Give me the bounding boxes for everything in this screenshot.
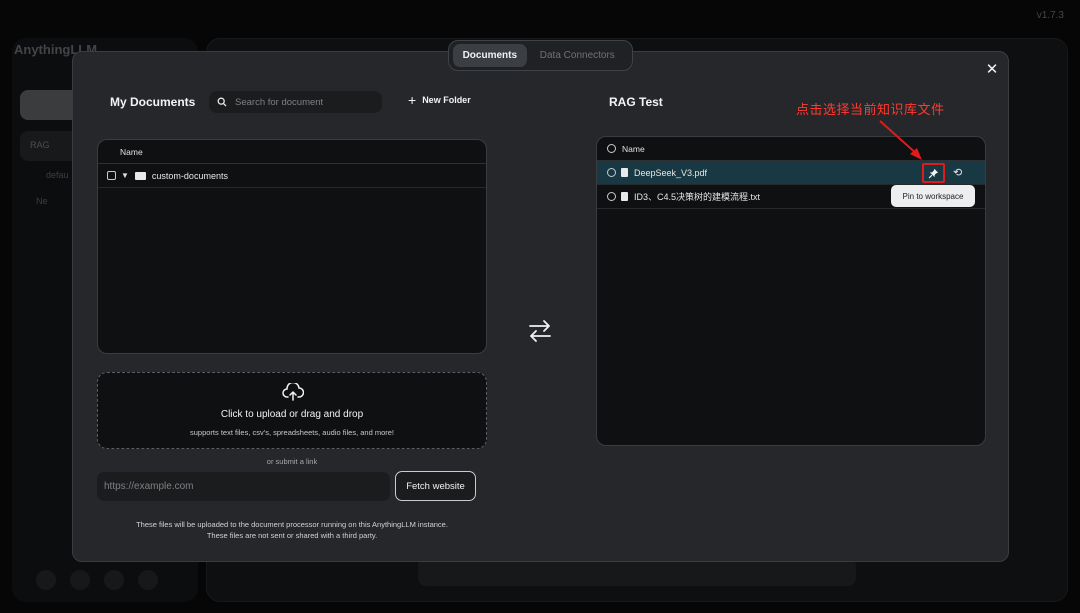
- undo-icon[interactable]: ⟲: [953, 166, 962, 179]
- file-checkbox[interactable]: [607, 168, 616, 177]
- upload-disclaimer: These files will be uploaded to the docu…: [97, 519, 487, 541]
- fetch-website-button[interactable]: Fetch website: [395, 471, 476, 501]
- file-icon: [621, 168, 628, 177]
- list-header: Name: [98, 140, 486, 164]
- name-column-header: Name: [120, 146, 143, 157]
- document-tabs: Documents Data Connectors: [448, 40, 633, 71]
- workspace-documents-list: Name DeepSeek_V3.pdf ⟲ ID3、C4.5决策树的建模流程.…: [596, 136, 986, 446]
- pin-tooltip: Pin to workspace: [891, 185, 975, 207]
- folder-name: custom-documents: [151, 170, 228, 181]
- file-checkbox[interactable]: [607, 192, 616, 201]
- folder-row[interactable]: ▼ custom-documents: [98, 164, 486, 188]
- transfer-arrows-icon[interactable]: [527, 318, 553, 344]
- upload-main-text: Click to upload or drag and drop: [220, 409, 364, 420]
- tab-data-connectors[interactable]: Data Connectors: [527, 44, 628, 67]
- pin-to-workspace-button[interactable]: [922, 163, 945, 183]
- file-name: DeepSeek_V3.pdf: [634, 167, 708, 178]
- my-documents-title: My Documents: [110, 95, 196, 109]
- name-column-header: Name: [622, 143, 645, 154]
- cloud-upload-icon: [282, 383, 304, 401]
- plus-icon: +: [408, 92, 417, 108]
- select-all-checkbox[interactable]: [607, 144, 616, 153]
- my-documents-list: Name ▼ custom-documents: [97, 139, 487, 354]
- disclaimer-line-2: These files are not sent or shared with …: [206, 531, 378, 540]
- search-input[interactable]: [235, 96, 375, 108]
- new-folder-label: New Folder: [422, 95, 471, 105]
- list-header: Name: [597, 137, 985, 161]
- pin-icon: [928, 168, 939, 178]
- new-folder-button[interactable]: + New Folder: [408, 92, 471, 108]
- chevron-down-icon[interactable]: ▼: [121, 171, 129, 180]
- file-icon: [621, 192, 628, 201]
- search-box: [209, 91, 382, 113]
- annotation-text: 点击选择当前知识库文件: [796, 102, 945, 117]
- workspace-title: RAG Test: [609, 95, 663, 109]
- workspace-file-row[interactable]: DeepSeek_V3.pdf ⟲: [597, 161, 985, 185]
- folder-icon: [134, 171, 146, 180]
- upload-dropzone[interactable]: Click to upload or drag and drop support…: [97, 372, 487, 449]
- folder-checkbox[interactable]: [107, 171, 116, 180]
- document-manager-modal: ✕ My Documents + New Folder Name ▼ custo…: [72, 51, 1009, 562]
- url-input[interactable]: [97, 472, 390, 501]
- search-icon: [217, 97, 227, 107]
- upload-sub-text: supports text files, csv's, spreadsheets…: [189, 428, 395, 437]
- close-icon[interactable]: ✕: [983, 61, 1001, 79]
- tab-documents[interactable]: Documents: [453, 44, 527, 67]
- file-name: ID3、C4.5决策树的建模流程.txt: [634, 192, 761, 202]
- disclaimer-line-1: These files will be uploaded to the docu…: [136, 520, 448, 529]
- or-submit-link-text: or submit a link: [266, 457, 318, 466]
